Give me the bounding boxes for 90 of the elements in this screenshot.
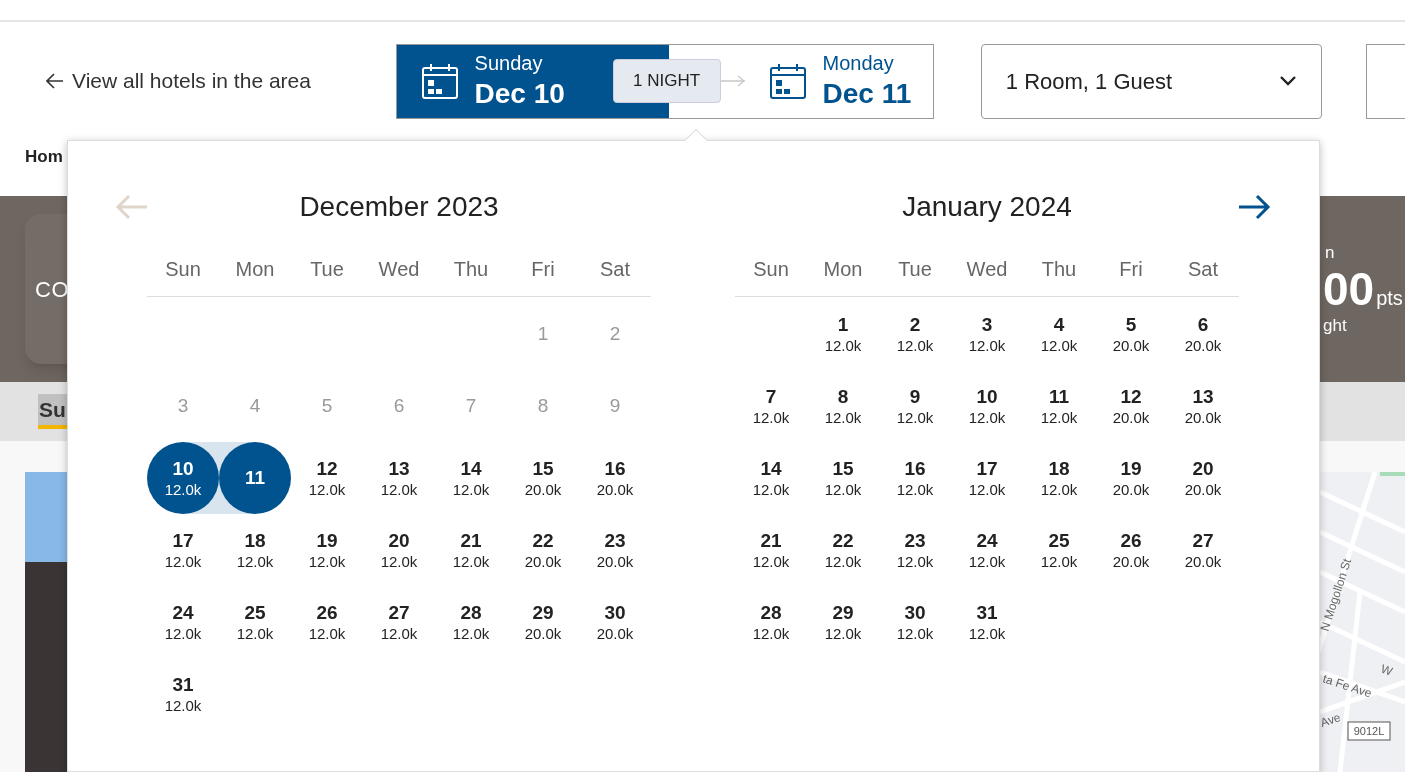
- weekday-header: Tue: [309, 257, 345, 282]
- right-arrow-icon[interactable]: [1237, 194, 1271, 220]
- weekday-label: Monday: [822, 51, 895, 76]
- calendar-day[interactable]: 26 20.0k: [1095, 514, 1167, 586]
- calendar-day[interactable]: 20 20.0k: [1167, 442, 1239, 514]
- arrow-icon: [720, 75, 747, 87]
- calendar-day[interactable]: 7 12.0k: [735, 370, 807, 442]
- calendar-day[interactable]: 16 20.0k: [579, 442, 651, 514]
- weekday-label: Sunday: [474, 51, 544, 76]
- weekday-header: Tue: [897, 257, 933, 282]
- price-label: n: [1324, 242, 1336, 264]
- weekday-header: Fri: [1118, 257, 1144, 282]
- calendar-day[interactable]: 26 12.0k: [291, 586, 363, 658]
- calendar-day[interactable]: 15 20.0k: [507, 442, 579, 514]
- calendar-day[interactable]: 13 12.0k: [363, 442, 435, 514]
- calendar-day[interactable]: 24 12.0k: [147, 586, 219, 658]
- calendar-day[interactable]: 15 12.0k: [807, 442, 879, 514]
- calendar-day[interactable]: 16 12.0k: [879, 442, 951, 514]
- calendar-day[interactable]: 11 12.0k: [1023, 370, 1095, 442]
- rooms-dropdown[interactable]: 1 Room, 1 Guest: [980, 43, 1322, 119]
- search-box[interactable]: [1365, 43, 1405, 119]
- calendar-day[interactable]: 25 12.0k: [219, 586, 291, 658]
- month-title: January 2024: [902, 190, 1072, 224]
- calendar-day[interactable]: 11: [219, 442, 291, 514]
- calendar-day[interactable]: 29 20.0k: [507, 586, 579, 658]
- weekday-header: Thu: [452, 257, 490, 282]
- calendar-icon: [768, 62, 807, 100]
- calendar-day[interactable]: 22 12.0k: [807, 514, 879, 586]
- price-note: ght: [1323, 314, 1348, 337]
- calendar-day[interactable]: 27 12.0k: [363, 586, 435, 658]
- calendar-day[interactable]: 25 12.0k: [1023, 514, 1095, 586]
- calendar-day[interactable]: 17 12.0k: [951, 442, 1023, 514]
- calendar-day[interactable]: 29 12.0k: [807, 586, 879, 658]
- calendar-day[interactable]: 23 12.0k: [879, 514, 951, 586]
- calendar-day[interactable]: 28 12.0k: [435, 586, 507, 658]
- calendar-day[interactable]: 14 12.0k: [435, 442, 507, 514]
- calendar-day[interactable]: 21 12.0k: [735, 514, 807, 586]
- price-unit: pts: [1376, 285, 1403, 311]
- weekday-header: Wed: [965, 257, 1009, 282]
- calendar-day[interactable]: 8 12.0k: [807, 370, 879, 442]
- weekday-header: Mon: [234, 257, 276, 282]
- calendar-day[interactable]: 28 12.0k: [735, 586, 807, 658]
- chevron-down-icon: [1278, 75, 1297, 87]
- calendar-day[interactable]: 31 12.0k: [951, 586, 1023, 658]
- calendar-day[interactable]: 30 12.0k: [879, 586, 951, 658]
- calendar-day[interactable]: 17 12.0k: [147, 514, 219, 586]
- calendar-day[interactable]: 6 20.0k: [1167, 298, 1239, 370]
- weekday-header: Sat: [1187, 257, 1219, 282]
- calendar-day[interactable]: 3 12.0k: [951, 298, 1023, 370]
- calendar-day[interactable]: 23 20.0k: [579, 514, 651, 586]
- month-title: December 2023: [299, 190, 499, 224]
- calendar-day[interactable]: 12 20.0k: [1095, 370, 1167, 442]
- calendar-day[interactable]: 21 12.0k: [435, 514, 507, 586]
- calendar-day[interactable]: 31 12.0k: [147, 658, 219, 730]
- weekday-header: Mon: [822, 257, 864, 282]
- card-title: CO: [35, 275, 70, 304]
- calendar-day[interactable]: 2 12.0k: [879, 298, 951, 370]
- price-value: 00: [1323, 265, 1375, 312]
- calendar-day[interactable]: 18 12.0k: [1023, 442, 1095, 514]
- weekday-header: Fri: [530, 257, 556, 282]
- calendar-day[interactable]: 19 12.0k: [291, 514, 363, 586]
- calendar-day[interactable]: 10 12.0k: [951, 370, 1023, 442]
- nights-badge: 1 NIGHT: [612, 59, 721, 103]
- weekday-header: Thu: [1040, 257, 1078, 282]
- calendar-icon: [420, 62, 459, 100]
- tab[interactable]: Su: [38, 393, 67, 430]
- date-label: Dec 11: [822, 77, 912, 111]
- weekday-header: Sun: [164, 257, 202, 282]
- calendar-day[interactable]: 30 20.0k: [579, 586, 651, 658]
- calendar-day[interactable]: 9 12.0k: [879, 370, 951, 442]
- calendar-day[interactable]: 14 12.0k: [735, 442, 807, 514]
- calendar-day[interactable]: 20 12.0k: [363, 514, 435, 586]
- calendar-day[interactable]: 24 12.0k: [951, 514, 1023, 586]
- weekday-header: Sat: [599, 257, 631, 282]
- calendar-day[interactable]: 27 20.0k: [1167, 514, 1239, 586]
- calendar-day[interactable]: 22 20.0k: [507, 514, 579, 586]
- calendar-day[interactable]: 13 20.0k: [1167, 370, 1239, 442]
- calendar-day[interactable]: 5 20.0k: [1095, 298, 1167, 370]
- calendar-day[interactable]: 4 12.0k: [1023, 298, 1095, 370]
- calendar-day[interactable]: 19 20.0k: [1095, 442, 1167, 514]
- calendar-day[interactable]: 1 12.0k: [807, 298, 879, 370]
- weekday-header: Sun: [752, 257, 790, 282]
- left-arrow-icon: [46, 73, 64, 89]
- calendar-day[interactable]: 10 12.0k: [147, 442, 219, 514]
- date-label: Dec 10: [474, 77, 565, 111]
- back-link[interactable]: View all hotels in the area: [46, 65, 352, 97]
- calendar-day[interactable]: 18 12.0k: [219, 514, 291, 586]
- weekday-header: Wed: [377, 257, 421, 282]
- calendar-day[interactable]: 12 12.0k: [291, 442, 363, 514]
- breadcrumb-link[interactable]: Hom: [25, 144, 63, 170]
